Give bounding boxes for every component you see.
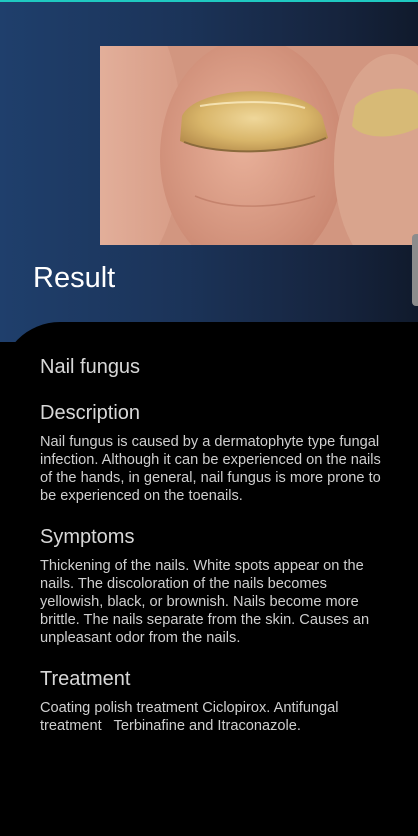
disease-name: Nail fungus [40, 356, 141, 378]
description-text: Nail fungus is caused by a dermatophyte … [40, 434, 381, 504]
page-title: Result [33, 262, 116, 294]
symptoms-text: Thickening of the nails. White spots app… [40, 558, 370, 646]
treatment-heading: Treatment [40, 668, 131, 690]
treatment-text: Coating polish treatment Ciclopirox. Ant… [40, 700, 343, 734]
scroll-handle[interactable] [412, 234, 418, 306]
description-heading: Description [40, 402, 141, 424]
symptoms-heading: Symptoms [40, 526, 135, 548]
result-content: Nail fungus Description Nail fungus is c… [40, 355, 385, 755]
analyzed-nail-photo [100, 46, 418, 245]
